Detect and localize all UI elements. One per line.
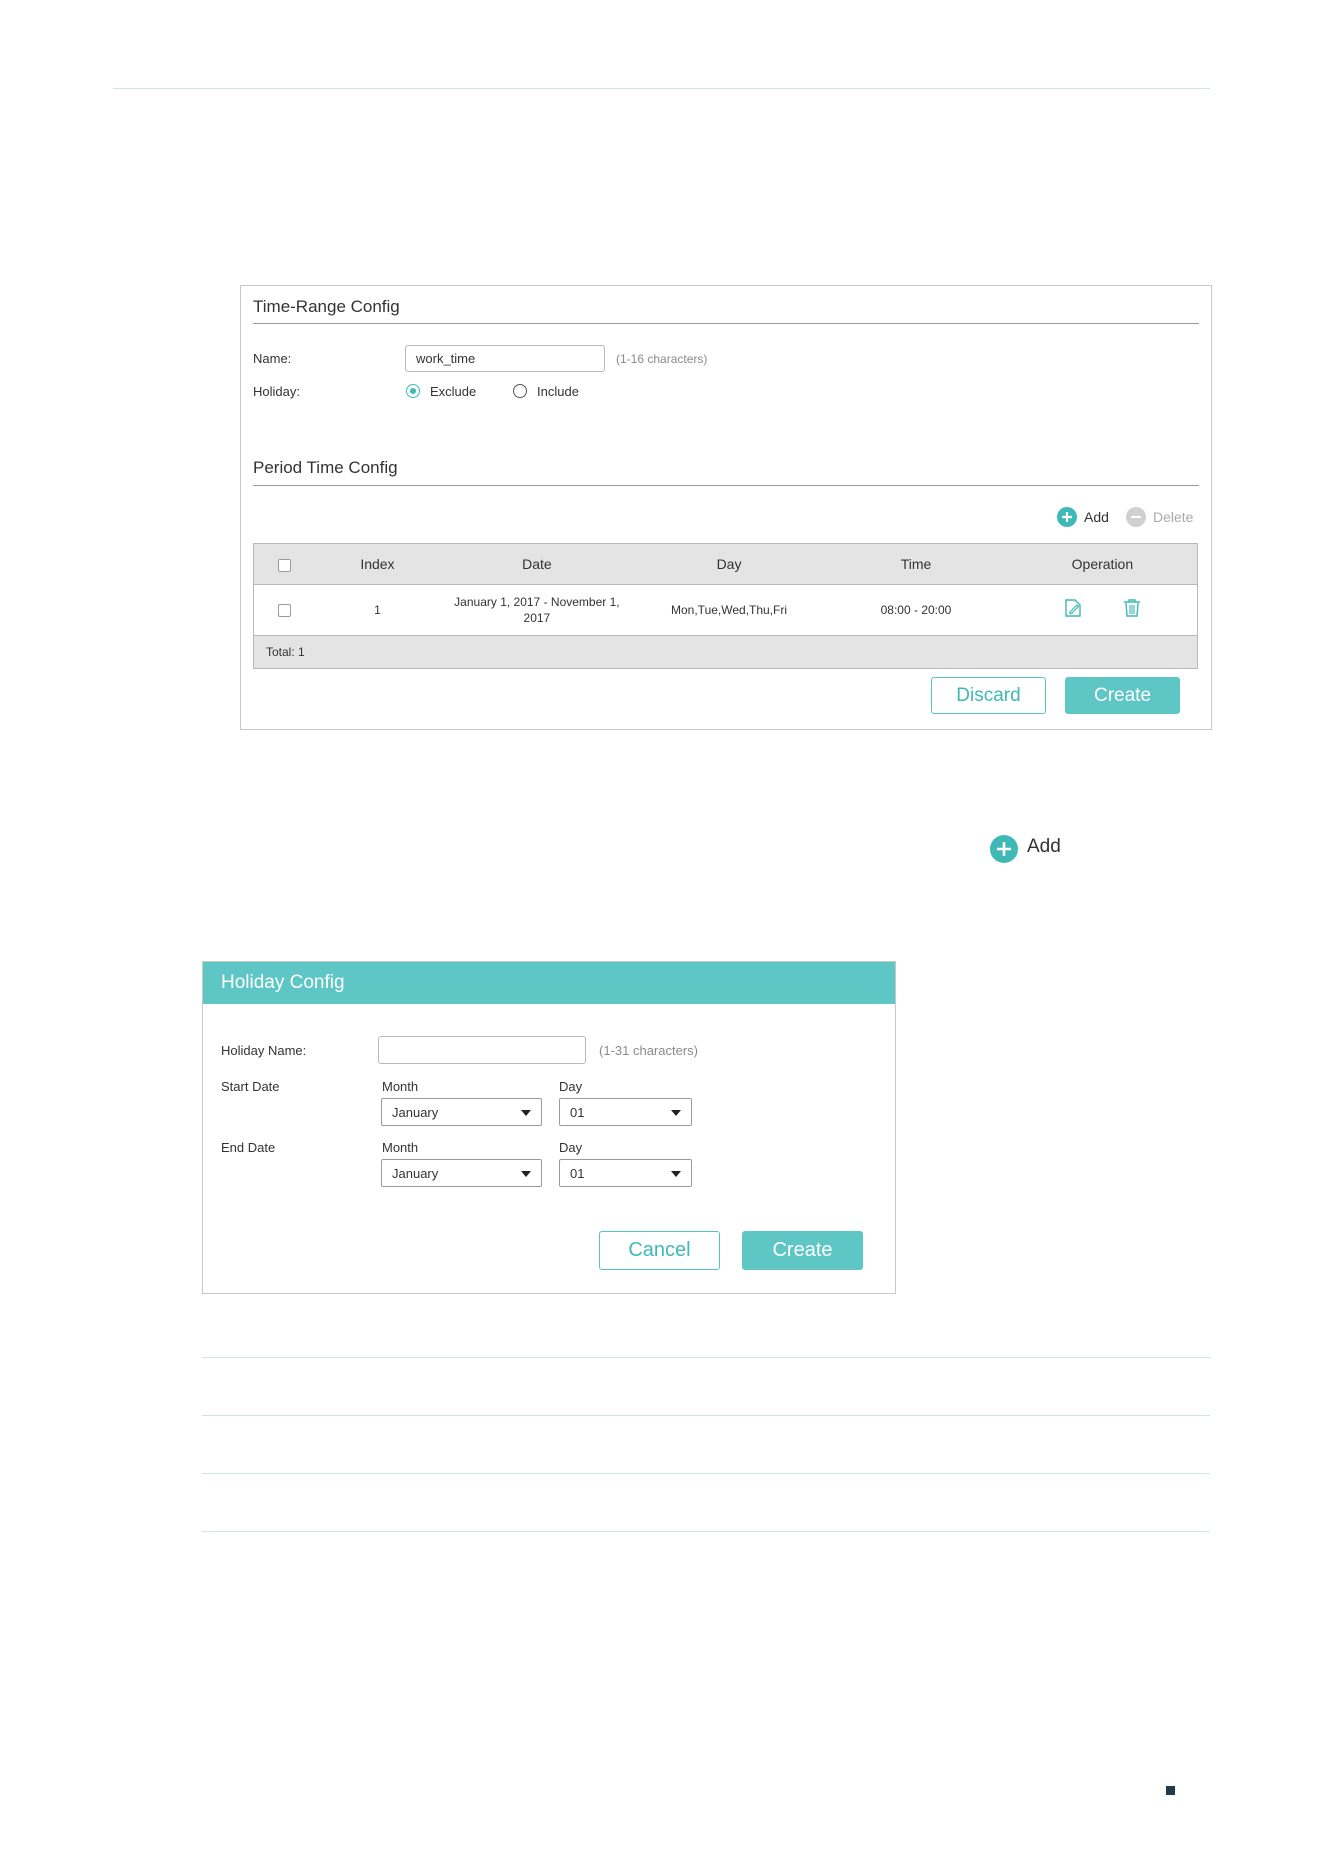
end-day-label: Day [559, 1140, 583, 1155]
start-day-label: Day [559, 1079, 583, 1094]
column-header-operation: Operation [1007, 543, 1198, 585]
row-operation-cell [1007, 584, 1198, 636]
discard-button[interactable]: Discard [931, 677, 1046, 714]
page-top-rule [113, 88, 1210, 89]
end-month-label: Month [382, 1140, 419, 1155]
row-date-cell: January 1, 2017 - November 1, 2017 [439, 584, 634, 636]
chevron-down-icon [671, 1110, 681, 1116]
holiday-name-hint: (1-31 characters) [599, 1043, 698, 1058]
page-marker [1166, 1786, 1175, 1795]
holiday-exclude-radio[interactable] [406, 384, 420, 398]
start-day-value: 01 [570, 1104, 585, 1120]
end-day-select[interactable]: 01 [559, 1159, 692, 1187]
cancel-button[interactable]: Cancel [599, 1231, 720, 1270]
create-button[interactable]: Create [1065, 677, 1180, 714]
row-index: 1 [314, 584, 440, 636]
holiday-config-title: Holiday Config [203, 962, 895, 1004]
holiday-exclude-label: Exclude [430, 384, 477, 399]
name-label: Name: [253, 351, 292, 366]
table-rule [202, 1473, 1210, 1474]
name-hint: (1-16 characters) [616, 352, 708, 366]
add-callout-label: Add [1027, 836, 1061, 857]
row-time: 08:00 - 20:00 [824, 584, 1008, 636]
row-date-line2: 2017 [523, 611, 551, 625]
end-day-value: 01 [570, 1165, 585, 1181]
column-header-time: Time [824, 543, 1008, 585]
column-header-day: Day [633, 543, 825, 585]
holiday-name-label: Holiday Name: [221, 1043, 307, 1058]
chevron-down-icon [521, 1110, 531, 1116]
end-month-value: January [392, 1165, 439, 1181]
holiday-include-label: Include [537, 384, 579, 399]
section-divider [253, 485, 1199, 486]
time-range-config-panel: Time-Range Config Name: work_time (1-16 … [240, 285, 1212, 730]
add-icon [990, 835, 1018, 863]
holiday-label: Holiday: [253, 384, 300, 399]
period-time-config-title: Period Time Config [253, 458, 398, 477]
delete-button[interactable]: Delete [1153, 509, 1193, 525]
end-month-select[interactable]: January [381, 1159, 542, 1187]
start-date-label: Start Date [221, 1079, 280, 1094]
table-row: 1 January 1, 2017 - November 1, 2017 Mon… [253, 584, 1198, 636]
holiday-name-input[interactable] [378, 1036, 586, 1064]
name-input[interactable]: work_time [405, 345, 605, 372]
row-date-line1: January 1, 2017 - November 1, [454, 595, 620, 609]
table-total-row: Total: 1 [253, 635, 1198, 669]
start-month-label: Month [382, 1079, 419, 1094]
row-checkbox[interactable] [277, 604, 291, 618]
period-time-table: Index Date Day Time Operation 1 January … [253, 543, 1198, 669]
row-select-cell [253, 584, 315, 636]
table-total: Total: 1 [253, 635, 1198, 669]
holiday-create-button[interactable]: Create [742, 1231, 863, 1270]
holiday-config-dialog: Holiday Config Holiday Name: (1-31 chara… [202, 961, 896, 1294]
end-date-label: End Date [221, 1140, 276, 1155]
select-all-checkbox[interactable] [277, 558, 291, 572]
chevron-down-icon [671, 1171, 681, 1177]
column-header-index: Index [314, 543, 440, 585]
column-header-date: Date [439, 543, 634, 585]
table-rule [202, 1357, 1210, 1358]
row-day: Mon,Tue,Wed,Thu,Fri [633, 584, 825, 636]
holiday-include-radio[interactable] [513, 384, 527, 398]
add-button[interactable]: Add [1084, 509, 1109, 525]
name-input-value: work_time [416, 351, 476, 366]
table-header-row: Index Date Day Time Operation [253, 543, 1198, 585]
select-all-header [253, 543, 315, 585]
time-range-config-title: Time-Range Config [253, 297, 400, 316]
start-day-select[interactable]: 01 [559, 1098, 692, 1126]
add-icon[interactable] [1057, 507, 1077, 527]
start-month-select[interactable]: January [381, 1098, 542, 1126]
table-rule [202, 1531, 1210, 1532]
table-rule [202, 1415, 1210, 1416]
chevron-down-icon [521, 1171, 531, 1177]
section-divider [253, 323, 1199, 324]
delete-icon[interactable] [1126, 507, 1146, 527]
trash-icon[interactable] [1123, 598, 1141, 622]
edit-icon[interactable] [1064, 598, 1082, 622]
start-month-value: January [392, 1104, 439, 1120]
